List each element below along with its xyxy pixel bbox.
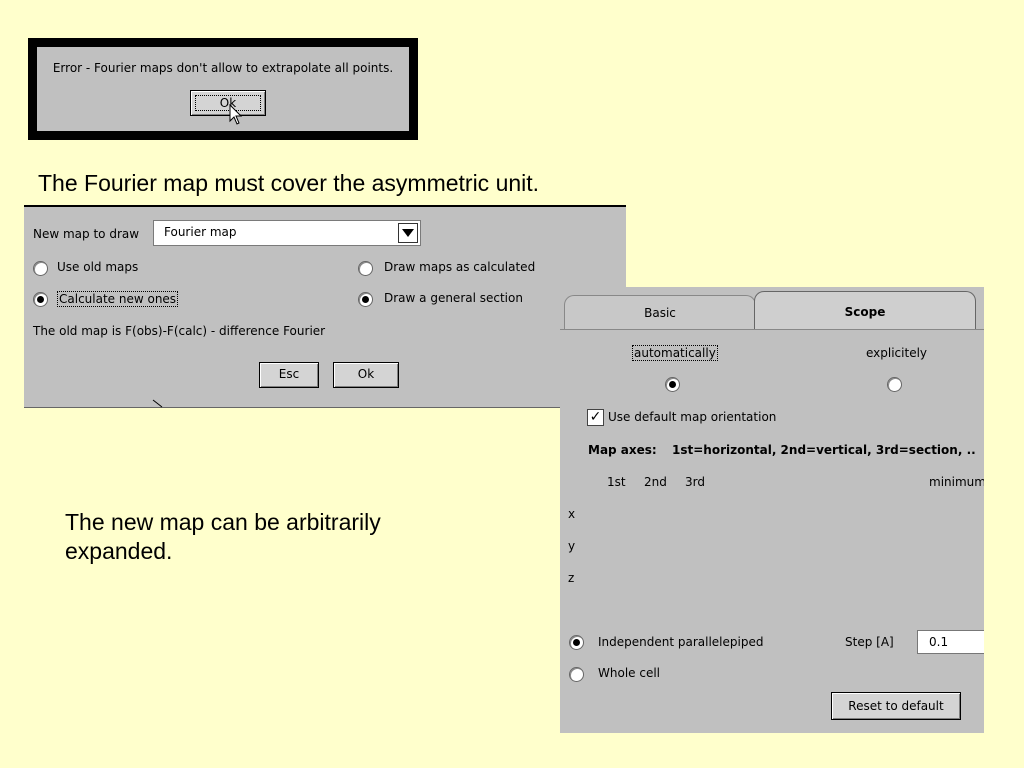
calculate-new-radio[interactable] — [33, 292, 48, 307]
tab-scope[interactable]: Scope — [754, 291, 976, 330]
automatically-label: automatically — [632, 345, 718, 361]
row-z-label: z — [568, 571, 575, 585]
column-2nd: 2nd — [644, 475, 667, 489]
map-type-value: Fourier map — [164, 225, 237, 239]
error-message: Error - Fourier maps don't allow to extr… — [52, 61, 394, 75]
draw-as-calculated-radio[interactable] — [358, 261, 373, 276]
map-axes-description: 1st=horizontal, 2nd=vertical, 3rd=sectio… — [672, 443, 976, 457]
reset-to-default-button[interactable]: Reset to default — [831, 692, 961, 720]
column-1st: 1st — [607, 475, 626, 489]
map-axes-title: Map axes: — [588, 443, 657, 457]
step-label: Step [A] — [845, 635, 894, 649]
old-map-info: The old map is F(obs)-F(calc) - differen… — [33, 324, 326, 338]
caption-asymmetric-unit: The Fourier map must cover the asymmetri… — [38, 170, 540, 196]
new-map-label: New map to draw — [33, 227, 140, 241]
use-old-maps-radio[interactable] — [33, 261, 48, 276]
error-ok-label: Ok — [195, 95, 261, 111]
automatically-radio[interactable] — [665, 377, 680, 392]
default-orientation-label: Use default map orientation — [608, 410, 777, 424]
draw-general-section-radio[interactable] — [358, 292, 373, 307]
error-ok-button[interactable]: Ok — [190, 90, 266, 116]
independent-parallelepiped-label: Independent parallelepiped — [598, 635, 764, 649]
draw-as-calculated-label: Draw maps as calculated — [384, 260, 536, 274]
mouse-pointer-icon — [229, 104, 243, 125]
map-dialog: New map to draw Fourier map Use old maps… — [24, 205, 626, 408]
column-minimum: minimum — [929, 475, 984, 489]
calculate-new-label: Calculate new ones — [57, 291, 179, 307]
explicitely-radio[interactable] — [887, 377, 902, 392]
map-type-select[interactable]: Fourier map — [153, 220, 421, 246]
draw-general-section-label: Draw a general section — [384, 291, 523, 305]
scope-dialog: Basic Scope automatically explicitely ✓ … — [560, 287, 984, 733]
tab-divider — [560, 329, 984, 330]
column-3rd: 3rd — [685, 475, 705, 489]
caption-arbitrarily-expanded: The new map can be arbitrarily expanded. — [65, 509, 381, 564]
whole-cell-label: Whole cell — [598, 666, 660, 680]
error-dialog: Error - Fourier maps don't allow to extr… — [28, 38, 418, 140]
row-x-label: x — [568, 507, 576, 521]
mouse-pointer-icon — [152, 399, 163, 408]
step-value: 0.1 — [929, 635, 949, 649]
default-orientation-checkbox[interactable]: ✓ — [587, 409, 604, 426]
esc-button[interactable]: Esc — [259, 362, 319, 388]
dropdown-arrow-icon[interactable] — [398, 223, 418, 243]
tab-basic[interactable]: Basic — [564, 295, 756, 330]
explicitely-label: explicitely — [866, 346, 928, 360]
row-y-label: y — [568, 539, 576, 553]
independent-parallelepiped-radio[interactable] — [569, 635, 584, 650]
error-dialog-body: Error - Fourier maps don't allow to extr… — [37, 47, 409, 131]
ok-button[interactable]: Ok — [333, 362, 399, 388]
use-old-maps-label: Use old maps — [57, 260, 139, 274]
whole-cell-radio[interactable] — [569, 667, 584, 682]
step-input[interactable]: 0.1 — [917, 630, 984, 654]
